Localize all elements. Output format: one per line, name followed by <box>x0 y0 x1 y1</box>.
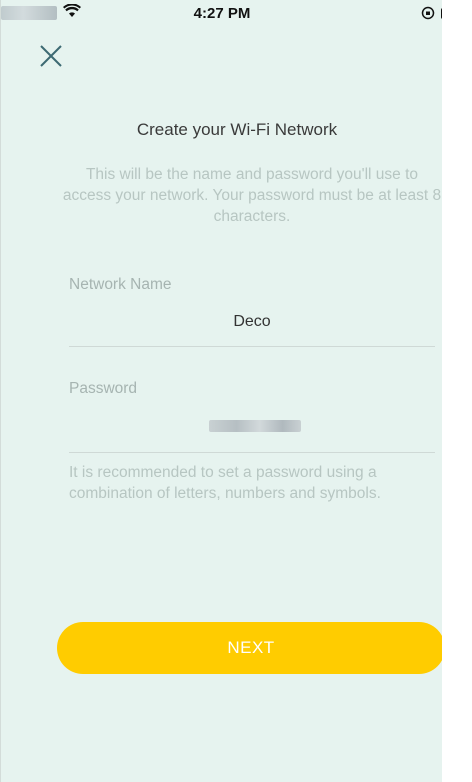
close-icon[interactable] <box>37 42 65 70</box>
network-name-underline <box>69 346 435 347</box>
rotation-lock-icon <box>421 6 435 20</box>
status-time: 4:27 PM <box>193 5 251 22</box>
next-button[interactable]: NEXT <box>57 622 445 674</box>
network-name-label: Network Name <box>69 276 172 293</box>
password-underline <box>69 452 435 453</box>
network-name-input[interactable]: Deco <box>69 313 435 331</box>
app-screen: 4:27 PM Create your Wi-Fi Network This w… <box>0 0 472 782</box>
password-hint: It is recommended to set a password usin… <box>69 464 381 502</box>
screen-margin <box>442 0 472 782</box>
password-input[interactable] <box>209 420 301 432</box>
page-subtitle: This will be the name and password you'l… <box>62 166 442 225</box>
password-label: Password <box>69 380 138 397</box>
status-bar: 4:27 PM <box>1 0 461 30</box>
page-title: Create your Wi-Fi Network <box>136 120 338 139</box>
